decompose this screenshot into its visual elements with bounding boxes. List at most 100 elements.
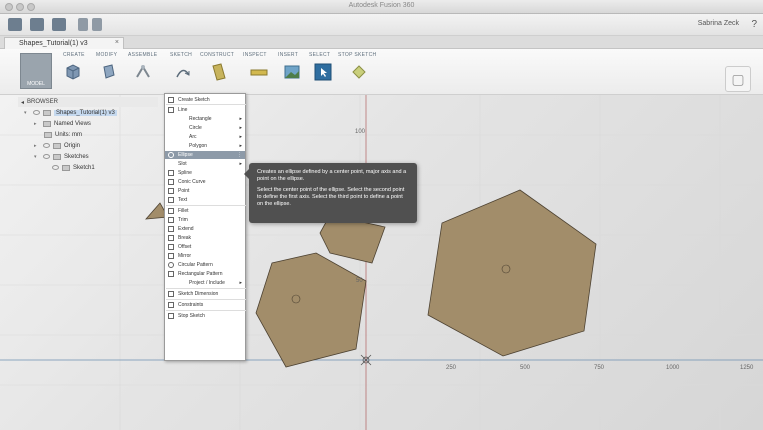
more-options-icon[interactable]: ⋮ (237, 151, 242, 159)
sketch-arc-icon[interactable] (174, 63, 192, 81)
circular-pattern-icon (168, 262, 174, 268)
stop-sketch-icon (168, 313, 174, 319)
insert-menu[interactable]: INSERT (278, 52, 298, 58)
folder-icon (43, 120, 51, 127)
construct-plane-icon[interactable] (210, 63, 228, 81)
x-axis-label: 500 (520, 365, 531, 371)
create-menu[interactable]: CREATE (63, 52, 85, 58)
pentagon-shape (255, 252, 367, 368)
menu-item-extend[interactable]: Extend (165, 225, 245, 233)
browser-header[interactable]: ◂ BROWSER (18, 97, 158, 107)
visibility-icon[interactable] (43, 143, 50, 148)
save-icon[interactable] (52, 18, 66, 31)
quick-access-toolbar: Sabrina Zeck ? (0, 14, 763, 36)
conic-curve-icon (168, 179, 174, 185)
browser-item-named-views[interactable]: ▸ Named Views (18, 118, 158, 129)
menu-item-rectangular-pattern[interactable]: Rectangular Pattern (165, 270, 245, 278)
menu-item-line[interactable]: Line (165, 106, 245, 114)
menu-item-circular-pattern[interactable]: Circular Pattern (165, 261, 245, 269)
break-icon (168, 235, 174, 241)
document-settings-icon (44, 131, 52, 138)
menu-item-polygon[interactable]: Polygon ▸ (165, 142, 245, 150)
menu-item-offset[interactable]: Offset (165, 243, 245, 251)
sketch-menu[interactable]: SKETCH (170, 52, 192, 58)
visibility-icon[interactable] (52, 165, 59, 170)
workspace-label: MODEL (27, 81, 45, 87)
document-tab-bar: Shapes_Tutorial(1) v3 × (0, 36, 763, 49)
offset-icon (168, 244, 174, 250)
tooltip-description: Creates an ellipse defined by a center p… (257, 169, 407, 182)
browser-item-units[interactable]: Units: mm (18, 129, 158, 140)
menu-item-conic-curve[interactable]: Conic Curve (165, 178, 245, 186)
browser-item-origin[interactable]: ▸ Origin (18, 140, 158, 151)
document-tab-label: Shapes_Tutorial(1) v3 (19, 40, 88, 47)
window-title: Autodesk Fusion 360 (348, 2, 415, 9)
menu-item-rectangle[interactable]: Rectangle ▸ (165, 115, 245, 123)
insert-image-icon[interactable] (283, 63, 301, 81)
file-icon[interactable] (30, 18, 44, 31)
drawing-canvas[interactable]: 100 50 250 500 750 1000 1250 ◂ BROWSER ▾… (0, 95, 763, 430)
close-tab-icon[interactable]: × (115, 39, 119, 46)
tooltip-instructions: Select the center point of the ellipse. … (257, 187, 405, 207)
select-menu[interactable]: SELECT (309, 52, 330, 58)
ribbon-toolbar: MODEL CREATE MODIFY ASSEMBLE SKETCH CONS… (0, 49, 763, 95)
redo-icon[interactable] (92, 18, 102, 31)
menu-item-circle[interactable]: Circle ▸ (165, 124, 245, 132)
menu-item-slot[interactable]: Slot ▸ (165, 160, 245, 168)
menu-item-fillet[interactable]: Fillet (165, 207, 245, 215)
modify-menu[interactable]: MODIFY (96, 52, 117, 58)
press-pull-icon[interactable] (100, 63, 118, 81)
menu-item-ellipse[interactable]: Ellipse ⋮ (165, 151, 245, 159)
select-icon[interactable] (314, 63, 332, 81)
dimension-icon (168, 291, 174, 297)
assemble-menu[interactable]: ASSEMBLE (128, 52, 157, 58)
menu-item-mirror[interactable]: Mirror (165, 252, 245, 260)
line-icon (168, 107, 174, 113)
help-icon[interactable]: ? (751, 19, 757, 30)
menu-item-point[interactable]: Point (165, 187, 245, 195)
construct-menu[interactable]: CONSTRUCT (200, 52, 234, 58)
y-axis-label: 50 (356, 278, 363, 284)
joint-icon[interactable] (134, 63, 152, 81)
visibility-icon[interactable] (43, 154, 50, 159)
workspace-switcher[interactable]: MODEL (20, 53, 52, 89)
trim-icon (168, 217, 174, 223)
menu-item-trim[interactable]: Trim (165, 216, 245, 224)
measure-icon[interactable] (250, 63, 268, 81)
x-axis-label: 1000 (666, 365, 680, 371)
menu-item-break[interactable]: Break (165, 234, 245, 242)
ellipse-icon (168, 152, 174, 158)
menu-item-stop-sketch[interactable]: Stop Sketch (165, 312, 245, 320)
browser-item-sketches[interactable]: ▾ Sketches (18, 151, 158, 162)
constraints-icon (168, 302, 174, 308)
browser-title: BROWSER (27, 99, 59, 105)
create-sketch-icon (168, 97, 174, 103)
menu-item-spline[interactable]: Spline (165, 169, 245, 177)
user-account-menu[interactable]: Sabrina Zeck (698, 20, 739, 27)
menu-item-arc[interactable]: Arc ▸ (165, 133, 245, 141)
title-bar: Autodesk Fusion 360 (0, 0, 763, 14)
point-icon (168, 188, 174, 194)
document-tab[interactable]: Shapes_Tutorial(1) v3 × (4, 37, 124, 49)
view-cube[interactable]: ▢ (725, 66, 751, 92)
inspect-menu[interactable]: INSPECT (243, 52, 267, 58)
grid-icon[interactable] (8, 18, 22, 31)
menu-item-create-sketch[interactable]: Create Sketch (165, 96, 245, 104)
menu-item-project-include[interactable]: Project / Include ▸ (165, 279, 245, 287)
collapse-icon[interactable]: ◂ (21, 99, 24, 106)
hexagon-shape (427, 189, 597, 357)
folder-icon (53, 153, 61, 160)
menu-item-sketch-dimension[interactable]: Sketch Dimension (165, 290, 245, 298)
x-axis-label: 750 (594, 365, 605, 371)
browser-item-sketch1[interactable]: Sketch1 (18, 162, 158, 173)
menu-item-constraints[interactable]: Constraints (165, 301, 245, 309)
browser-item-component[interactable]: ▾ Shapes_Tutorial(1) v3 (18, 107, 158, 118)
x-axis-label: 1250 (740, 365, 754, 371)
visibility-icon[interactable] (33, 110, 40, 115)
stop-sketch-menu[interactable]: STOP SKETCH (338, 52, 376, 58)
menu-item-text[interactable]: Text (165, 196, 245, 204)
box-icon[interactable] (64, 63, 82, 81)
extend-icon (168, 226, 174, 232)
undo-icon[interactable] (78, 18, 88, 31)
stop-sketch-icon[interactable] (350, 63, 368, 81)
